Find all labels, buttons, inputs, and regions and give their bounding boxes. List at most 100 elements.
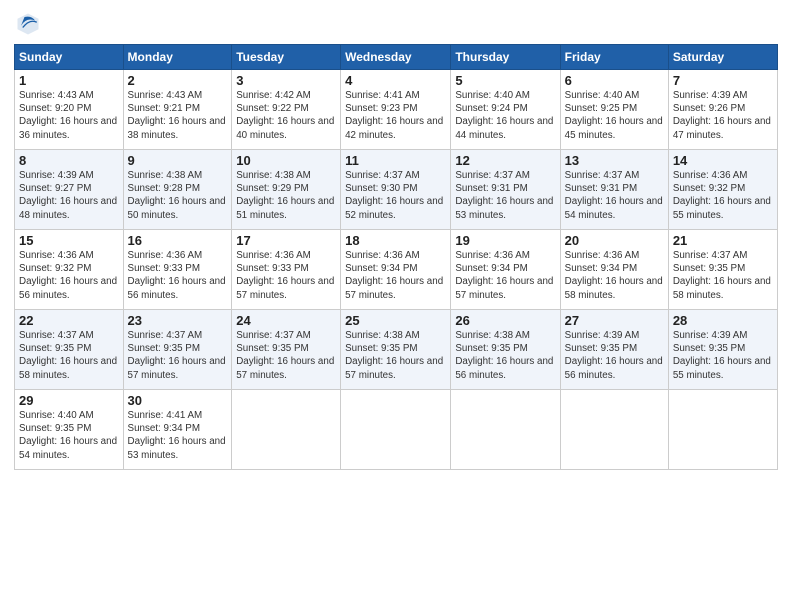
day-cell: 27Sunrise: 4:39 AMSunset: 9:35 PMDayligh… xyxy=(560,310,668,390)
calendar-body: 1Sunrise: 4:43 AMSunset: 9:20 PMDaylight… xyxy=(15,70,778,470)
day-info: Sunrise: 4:41 AMSunset: 9:34 PMDaylight:… xyxy=(128,409,228,462)
day-number: 24 xyxy=(236,313,336,328)
header-cell-sunday: Sunday xyxy=(15,45,124,70)
day-number: 21 xyxy=(673,233,773,248)
day-number: 18 xyxy=(345,233,446,248)
day-info: Sunrise: 4:37 AMSunset: 9:31 PMDaylight:… xyxy=(455,169,555,222)
day-cell: 11Sunrise: 4:37 AMSunset: 9:30 PMDayligh… xyxy=(341,150,451,230)
day-number: 3 xyxy=(236,73,336,88)
day-cell: 14Sunrise: 4:36 AMSunset: 9:32 PMDayligh… xyxy=(668,150,777,230)
header-cell-tuesday: Tuesday xyxy=(232,45,341,70)
day-number: 26 xyxy=(455,313,555,328)
logo-icon xyxy=(14,10,42,38)
day-info: Sunrise: 4:37 AMSunset: 9:35 PMDaylight:… xyxy=(128,329,228,382)
week-row-3: 15Sunrise: 4:36 AMSunset: 9:32 PMDayligh… xyxy=(15,230,778,310)
header-cell-saturday: Saturday xyxy=(668,45,777,70)
day-number: 17 xyxy=(236,233,336,248)
day-cell: 6Sunrise: 4:40 AMSunset: 9:25 PMDaylight… xyxy=(560,70,668,150)
day-info: Sunrise: 4:36 AMSunset: 9:32 PMDaylight:… xyxy=(673,169,773,222)
day-cell xyxy=(560,390,668,470)
day-info: Sunrise: 4:37 AMSunset: 9:35 PMDaylight:… xyxy=(673,249,773,302)
day-cell: 13Sunrise: 4:37 AMSunset: 9:31 PMDayligh… xyxy=(560,150,668,230)
week-row-2: 8Sunrise: 4:39 AMSunset: 9:27 PMDaylight… xyxy=(15,150,778,230)
day-number: 6 xyxy=(565,73,664,88)
day-number: 20 xyxy=(565,233,664,248)
day-info: Sunrise: 4:38 AMSunset: 9:29 PMDaylight:… xyxy=(236,169,336,222)
day-cell: 9Sunrise: 4:38 AMSunset: 9:28 PMDaylight… xyxy=(123,150,232,230)
day-cell xyxy=(232,390,341,470)
day-cell: 3Sunrise: 4:42 AMSunset: 9:22 PMDaylight… xyxy=(232,70,341,150)
day-number: 9 xyxy=(128,153,228,168)
header-row: SundayMondayTuesdayWednesdayThursdayFrid… xyxy=(15,45,778,70)
day-info: Sunrise: 4:40 AMSunset: 9:25 PMDaylight:… xyxy=(565,89,664,142)
header-cell-monday: Monday xyxy=(123,45,232,70)
week-row-4: 22Sunrise: 4:37 AMSunset: 9:35 PMDayligh… xyxy=(15,310,778,390)
day-info: Sunrise: 4:37 AMSunset: 9:35 PMDaylight:… xyxy=(19,329,119,382)
day-info: Sunrise: 4:36 AMSunset: 9:33 PMDaylight:… xyxy=(128,249,228,302)
day-number: 5 xyxy=(455,73,555,88)
day-number: 28 xyxy=(673,313,773,328)
day-cell: 15Sunrise: 4:36 AMSunset: 9:32 PMDayligh… xyxy=(15,230,124,310)
day-cell: 18Sunrise: 4:36 AMSunset: 9:34 PMDayligh… xyxy=(341,230,451,310)
day-cell: 24Sunrise: 4:37 AMSunset: 9:35 PMDayligh… xyxy=(232,310,341,390)
day-cell: 12Sunrise: 4:37 AMSunset: 9:31 PMDayligh… xyxy=(451,150,560,230)
day-info: Sunrise: 4:39 AMSunset: 9:27 PMDaylight:… xyxy=(19,169,119,222)
day-cell: 25Sunrise: 4:38 AMSunset: 9:35 PMDayligh… xyxy=(341,310,451,390)
day-number: 4 xyxy=(345,73,446,88)
day-cell: 21Sunrise: 4:37 AMSunset: 9:35 PMDayligh… xyxy=(668,230,777,310)
logo xyxy=(14,10,44,38)
header-cell-wednesday: Wednesday xyxy=(341,45,451,70)
week-row-5: 29Sunrise: 4:40 AMSunset: 9:35 PMDayligh… xyxy=(15,390,778,470)
day-number: 15 xyxy=(19,233,119,248)
day-info: Sunrise: 4:40 AMSunset: 9:35 PMDaylight:… xyxy=(19,409,119,462)
day-number: 27 xyxy=(565,313,664,328)
day-cell: 23Sunrise: 4:37 AMSunset: 9:35 PMDayligh… xyxy=(123,310,232,390)
day-info: Sunrise: 4:39 AMSunset: 9:35 PMDaylight:… xyxy=(673,329,773,382)
day-number: 1 xyxy=(19,73,119,88)
day-cell: 2Sunrise: 4:43 AMSunset: 9:21 PMDaylight… xyxy=(123,70,232,150)
day-number: 25 xyxy=(345,313,446,328)
day-number: 22 xyxy=(19,313,119,328)
day-info: Sunrise: 4:41 AMSunset: 9:23 PMDaylight:… xyxy=(345,89,446,142)
header-cell-friday: Friday xyxy=(560,45,668,70)
day-cell: 4Sunrise: 4:41 AMSunset: 9:23 PMDaylight… xyxy=(341,70,451,150)
day-cell: 22Sunrise: 4:37 AMSunset: 9:35 PMDayligh… xyxy=(15,310,124,390)
day-cell: 8Sunrise: 4:39 AMSunset: 9:27 PMDaylight… xyxy=(15,150,124,230)
day-cell: 29Sunrise: 4:40 AMSunset: 9:35 PMDayligh… xyxy=(15,390,124,470)
day-number: 30 xyxy=(128,393,228,408)
day-cell: 17Sunrise: 4:36 AMSunset: 9:33 PMDayligh… xyxy=(232,230,341,310)
day-info: Sunrise: 4:37 AMSunset: 9:31 PMDaylight:… xyxy=(565,169,664,222)
day-cell: 7Sunrise: 4:39 AMSunset: 9:26 PMDaylight… xyxy=(668,70,777,150)
day-number: 16 xyxy=(128,233,228,248)
day-number: 29 xyxy=(19,393,119,408)
day-number: 11 xyxy=(345,153,446,168)
day-info: Sunrise: 4:38 AMSunset: 9:35 PMDaylight:… xyxy=(455,329,555,382)
day-cell: 16Sunrise: 4:36 AMSunset: 9:33 PMDayligh… xyxy=(123,230,232,310)
day-cell: 19Sunrise: 4:36 AMSunset: 9:34 PMDayligh… xyxy=(451,230,560,310)
day-info: Sunrise: 4:36 AMSunset: 9:34 PMDaylight:… xyxy=(455,249,555,302)
header-cell-thursday: Thursday xyxy=(451,45,560,70)
week-row-1: 1Sunrise: 4:43 AMSunset: 9:20 PMDaylight… xyxy=(15,70,778,150)
day-cell: 1Sunrise: 4:43 AMSunset: 9:20 PMDaylight… xyxy=(15,70,124,150)
day-info: Sunrise: 4:42 AMSunset: 9:22 PMDaylight:… xyxy=(236,89,336,142)
day-cell xyxy=(668,390,777,470)
day-number: 10 xyxy=(236,153,336,168)
day-info: Sunrise: 4:39 AMSunset: 9:35 PMDaylight:… xyxy=(565,329,664,382)
day-cell: 10Sunrise: 4:38 AMSunset: 9:29 PMDayligh… xyxy=(232,150,341,230)
day-info: Sunrise: 4:36 AMSunset: 9:34 PMDaylight:… xyxy=(565,249,664,302)
day-cell xyxy=(451,390,560,470)
day-info: Sunrise: 4:39 AMSunset: 9:26 PMDaylight:… xyxy=(673,89,773,142)
day-info: Sunrise: 4:43 AMSunset: 9:20 PMDaylight:… xyxy=(19,89,119,142)
day-cell: 5Sunrise: 4:40 AMSunset: 9:24 PMDaylight… xyxy=(451,70,560,150)
day-info: Sunrise: 4:37 AMSunset: 9:30 PMDaylight:… xyxy=(345,169,446,222)
calendar-header: SundayMondayTuesdayWednesdayThursdayFrid… xyxy=(15,45,778,70)
day-cell: 30Sunrise: 4:41 AMSunset: 9:34 PMDayligh… xyxy=(123,390,232,470)
day-info: Sunrise: 4:38 AMSunset: 9:28 PMDaylight:… xyxy=(128,169,228,222)
day-info: Sunrise: 4:37 AMSunset: 9:35 PMDaylight:… xyxy=(236,329,336,382)
day-number: 23 xyxy=(128,313,228,328)
day-info: Sunrise: 4:36 AMSunset: 9:32 PMDaylight:… xyxy=(19,249,119,302)
day-info: Sunrise: 4:40 AMSunset: 9:24 PMDaylight:… xyxy=(455,89,555,142)
day-number: 12 xyxy=(455,153,555,168)
page: SundayMondayTuesdayWednesdayThursdayFrid… xyxy=(0,0,792,612)
day-cell xyxy=(341,390,451,470)
